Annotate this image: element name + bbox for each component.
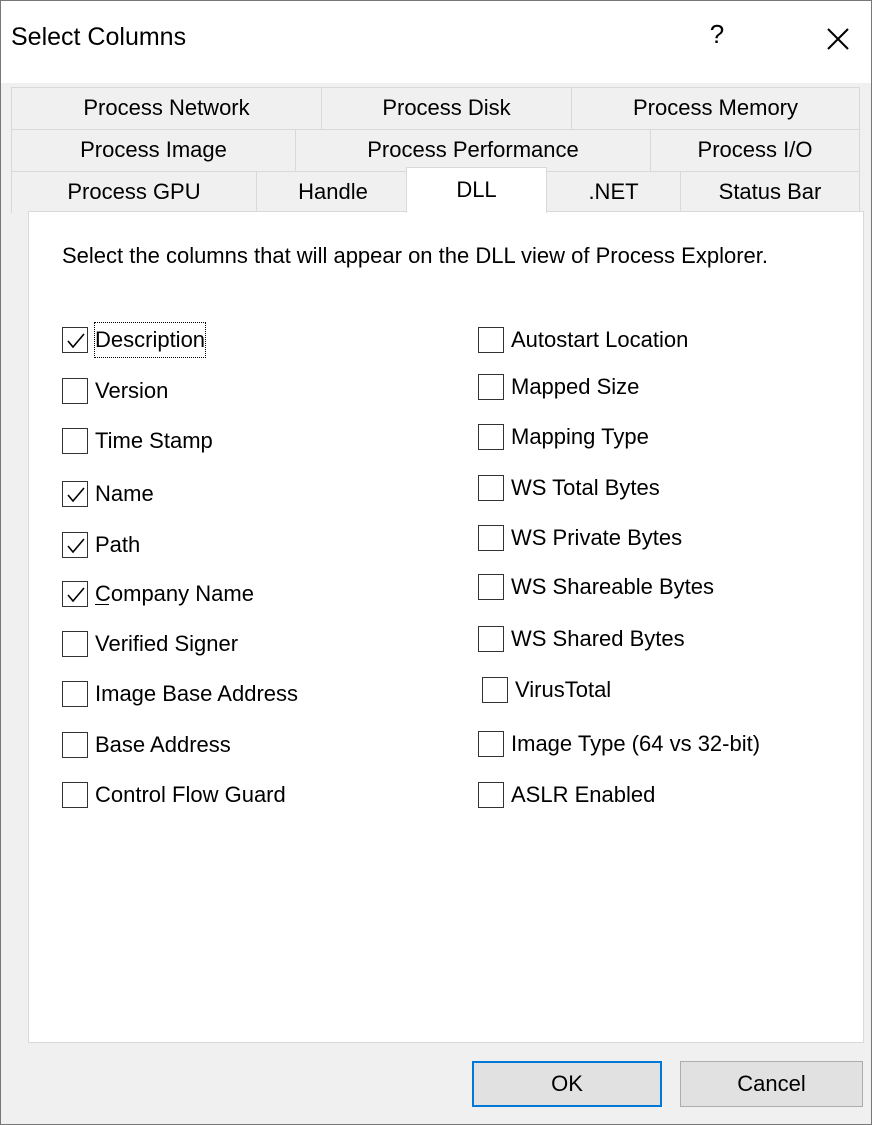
checkbox-box[interactable] — [62, 732, 88, 758]
checkbox-box[interactable] — [62, 378, 88, 404]
checkmark-icon — [67, 538, 85, 554]
mnemonic-underline — [95, 604, 109, 605]
tab-dll[interactable]: DLL — [406, 167, 547, 213]
checkbox-box[interactable] — [478, 731, 504, 757]
checkbox-label: Version — [95, 378, 169, 403]
checkbox-box[interactable] — [478, 424, 504, 450]
checkbox-label: Image Base Address — [95, 681, 299, 706]
tab-process-memory[interactable]: Process Memory — [571, 87, 860, 129]
checkbox-label: Autostart Location — [511, 327, 689, 352]
checkbox-box[interactable] — [478, 525, 504, 551]
tab-row-1: Process Network Process Disk Process Mem… — [11, 87, 860, 129]
dialog-title: Select Columns — [11, 23, 187, 51]
checkbox-label: Verified Signer — [95, 631, 239, 656]
checkmark-icon — [67, 487, 85, 503]
checkbox-label: VirusTotal — [515, 677, 612, 702]
checkmark-icon — [67, 333, 85, 349]
checkbox-label: ASLR Enabled — [511, 782, 656, 807]
tab-row-2: Process Image Process Performance Proces… — [11, 129, 860, 171]
checkbox-box[interactable] — [478, 626, 504, 652]
tab-handle[interactable]: Handle — [256, 171, 410, 213]
checkbox-box[interactable] — [478, 574, 504, 600]
dll-columns-panel: Select the columns that will appear on t… — [28, 211, 864, 1043]
title-bar: Select Columns ? — [1, 1, 871, 83]
checkbox-box[interactable] — [62, 581, 88, 607]
checkbox-box[interactable] — [482, 677, 508, 703]
checkbox-label: WS Total Bytes — [511, 475, 660, 500]
checkbox-label: WS Shared Bytes — [511, 626, 685, 651]
checkbox-label: Mapping Type — [511, 424, 649, 449]
checkbox-label: Path — [95, 532, 141, 557]
checkbox-label: Control Flow Guard — [95, 782, 286, 807]
checkbox-box[interactable] — [62, 481, 88, 507]
close-icon — [827, 28, 849, 50]
help-button[interactable]: ? — [699, 19, 735, 59]
tab-process-io[interactable]: Process I/O — [650, 129, 860, 171]
checkbox-box[interactable] — [62, 782, 88, 808]
tab-process-performance[interactable]: Process Performance — [295, 129, 651, 171]
checkmark-icon — [67, 587, 85, 603]
checkbox-label: WS Private Bytes — [511, 525, 683, 550]
checkbox-box[interactable] — [478, 475, 504, 501]
checkbox-box[interactable] — [62, 428, 88, 454]
panel-description: Select the columns that will appear on t… — [62, 243, 768, 268]
checkbox-box[interactable] — [478, 327, 504, 353]
checkbox-label: Description — [93, 322, 207, 358]
checkbox-box[interactable] — [62, 327, 88, 353]
checkbox-label: WS Shareable Bytes — [511, 574, 714, 599]
checkbox-label: Company Name — [95, 581, 254, 606]
checkbox-label: Image Type (64 vs 32-bit) — [511, 731, 761, 756]
checkbox-box[interactable] — [62, 532, 88, 558]
ok-button[interactable]: OK — [472, 1061, 662, 1107]
checkbox-box[interactable] — [478, 782, 504, 808]
checkbox-box[interactable] — [62, 681, 88, 707]
tab-process-gpu[interactable]: Process GPU — [11, 171, 257, 213]
tab-dotnet[interactable]: .NET — [546, 171, 681, 213]
select-columns-dialog: Select Columns ? Process Network Process… — [0, 0, 872, 1125]
tab-row-3: Process GPU Handle DLL .NET Status Bar — [11, 167, 860, 213]
checkbox-label: Name — [95, 481, 154, 506]
checkbox-box[interactable] — [478, 374, 504, 400]
cancel-button[interactable]: Cancel — [680, 1061, 863, 1107]
checkbox-label: Base Address — [95, 732, 231, 757]
close-button[interactable] — [815, 15, 861, 63]
tab-strip: Process Network Process Disk Process Mem… — [11, 87, 863, 213]
tab-process-network[interactable]: Process Network — [11, 87, 322, 129]
checkbox-label: Mapped Size — [511, 374, 640, 399]
tab-process-image[interactable]: Process Image — [11, 129, 296, 171]
tab-status-bar[interactable]: Status Bar — [680, 171, 860, 213]
checkbox-box[interactable] — [62, 631, 88, 657]
tab-process-disk[interactable]: Process Disk — [321, 87, 572, 129]
checkbox-label: Time Stamp — [95, 428, 213, 453]
